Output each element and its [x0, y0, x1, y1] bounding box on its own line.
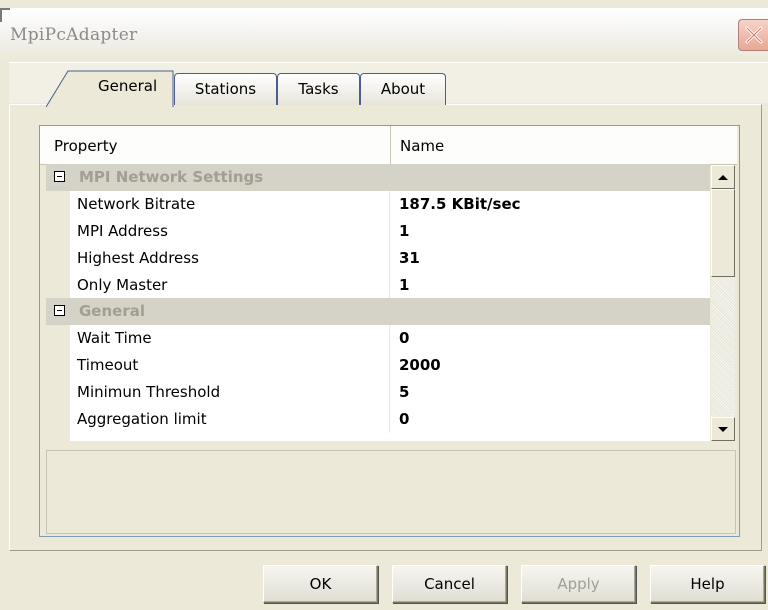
grid-header: [40, 126, 737, 165]
property-row[interactable]: Only Master 1: [46, 272, 710, 300]
help-button[interactable]: Help: [650, 565, 765, 603]
property-name: Highest Address: [77, 249, 199, 267]
property-value[interactable]: 0: [399, 410, 409, 428]
header-name[interactable]: Name: [400, 137, 444, 155]
category-label: MPI Network Settings: [79, 168, 264, 186]
collapse-icon[interactable]: [54, 305, 65, 316]
category-mpi-network-settings[interactable]: MPI Network Settings: [46, 164, 710, 191]
arrow-down-icon: [718, 427, 728, 432]
scroll-up-button[interactable]: [711, 165, 735, 189]
property-name: Network Bitrate: [77, 195, 196, 213]
property-row[interactable]: Network Bitrate 187.5 KBit/sec: [46, 191, 710, 219]
collapse-icon[interactable]: [54, 171, 65, 182]
scroll-down-button[interactable]: [711, 417, 735, 441]
property-row[interactable]: MPI Address 1: [46, 218, 710, 246]
property-name: Timeout: [77, 356, 139, 374]
cancel-button[interactable]: Cancel: [392, 565, 507, 603]
property-description-box: [46, 450, 736, 534]
tab-tasks[interactable]: Tasks: [277, 73, 360, 105]
arrow-up-icon: [718, 175, 728, 180]
window-title: MpiPcAdapter: [10, 25, 138, 45]
tab-stations[interactable]: Stations: [174, 73, 277, 105]
category-label: General: [79, 302, 145, 320]
property-name: Only Master: [77, 276, 168, 294]
property-row[interactable]: Aggregation limit 0: [46, 406, 710, 434]
category-general[interactable]: General: [46, 298, 710, 325]
tab-general[interactable]: General: [98, 77, 157, 95]
property-value[interactable]: 0: [399, 329, 409, 347]
property-row[interactable]: Highest Address 31: [46, 245, 710, 273]
property-name: Wait Time: [77, 329, 152, 347]
close-button[interactable]: [738, 19, 768, 51]
tab-about[interactable]: About: [360, 73, 446, 105]
apply-button[interactable]: Apply: [521, 565, 636, 603]
property-value[interactable]: 2000: [399, 356, 441, 374]
property-name: Minimun Threshold: [77, 383, 221, 401]
close-icon: [745, 26, 763, 44]
property-value[interactable]: 31: [399, 249, 420, 267]
property-value[interactable]: 1: [399, 276, 409, 294]
scroll-thumb[interactable]: [711, 189, 735, 277]
property-value[interactable]: 5: [399, 383, 409, 401]
property-value[interactable]: 1: [399, 222, 409, 240]
property-name: MPI Address: [77, 222, 168, 240]
title-bar-edge: [0, 8, 10, 22]
property-row[interactable]: Timeout 2000: [46, 352, 710, 380]
header-separator[interactable]: [390, 126, 391, 164]
header-property[interactable]: Property: [54, 137, 117, 155]
property-row[interactable]: Minimun Threshold 5: [46, 379, 710, 407]
property-row-clipped[interactable]: [46, 433, 710, 442]
ok-button[interactable]: OK: [263, 565, 378, 603]
property-row[interactable]: Wait Time 0: [46, 325, 710, 353]
property-name: Aggregation limit: [77, 410, 207, 428]
property-value[interactable]: 187.5 KBit/sec: [399, 195, 521, 213]
